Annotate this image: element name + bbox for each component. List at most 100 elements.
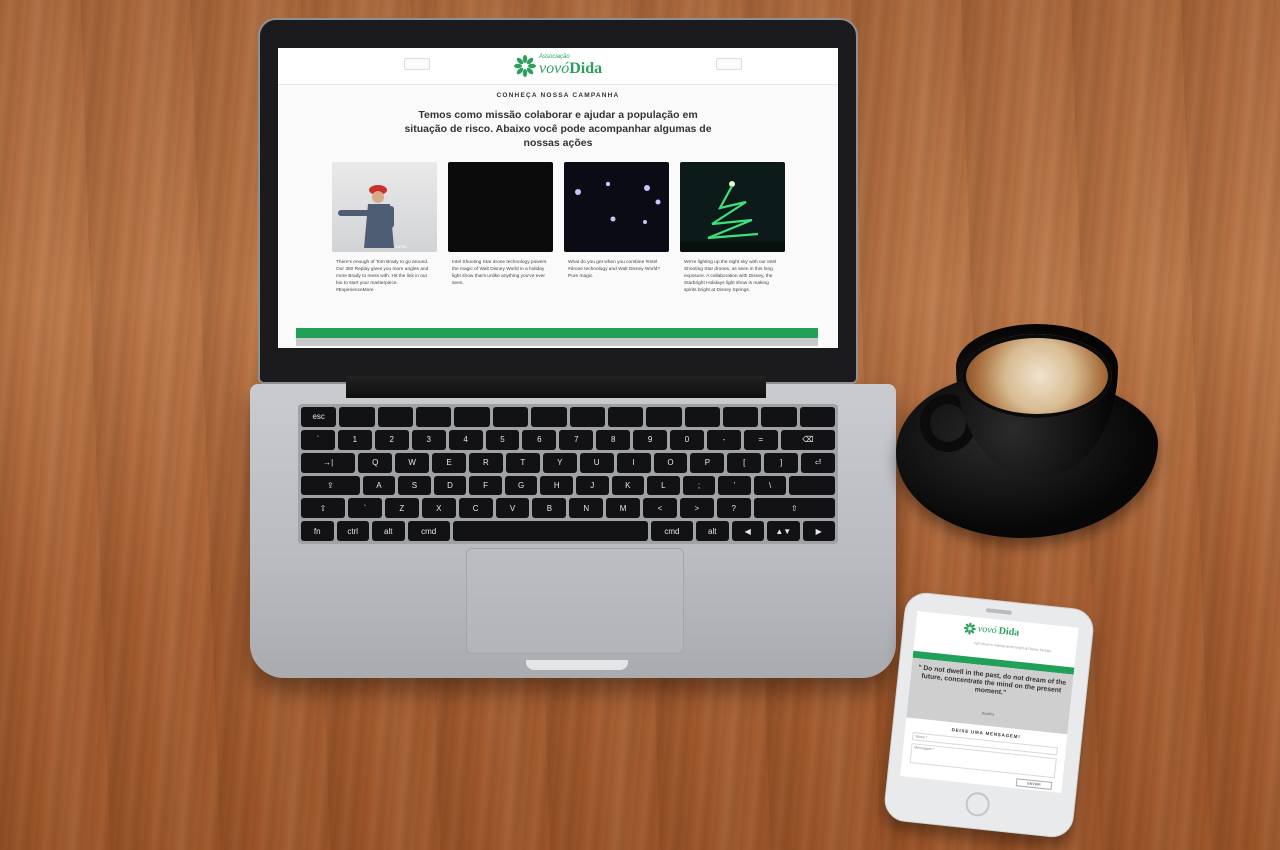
key[interactable]: ⇪	[301, 475, 360, 496]
key[interactable]	[761, 407, 797, 427]
key[interactable]	[339, 407, 375, 427]
key[interactable]: '	[718, 475, 751, 496]
key[interactable]: ?	[716, 498, 751, 519]
key[interactable]: U	[579, 452, 614, 473]
key[interactable]: 5	[485, 429, 520, 450]
key[interactable]: [	[727, 452, 762, 473]
key[interactable]: S	[398, 475, 431, 496]
key[interactable]: H	[540, 475, 573, 496]
key[interactable]	[569, 407, 605, 427]
key[interactable]: esc	[301, 407, 337, 427]
key[interactable]: →|	[301, 452, 356, 473]
key[interactable]: E	[432, 452, 466, 473]
key[interactable]: G	[504, 475, 538, 496]
key[interactable]: >	[679, 498, 714, 519]
key[interactable]: fn	[301, 521, 334, 541]
key[interactable]: X	[421, 498, 456, 519]
key[interactable]	[789, 475, 835, 496]
campaign-card[interactable]: What do you get when you combine #Intel …	[564, 162, 669, 295]
key[interactable]: \	[753, 475, 787, 496]
phone-site-logo[interactable]: vovó Dida	[963, 622, 1020, 640]
key[interactable]: 8	[596, 429, 631, 450]
site-logo[interactable]: Associação vovóDida	[514, 54, 602, 78]
key[interactable]: 2	[374, 429, 409, 450]
key[interactable]	[492, 407, 529, 427]
key[interactable]: K	[611, 475, 645, 496]
key[interactable]: L	[647, 475, 680, 496]
card-caption: We're lighting up the night sky with our…	[684, 260, 777, 293]
key[interactable]: N	[569, 498, 604, 519]
key[interactable]: R	[468, 452, 503, 473]
key[interactable]: M	[606, 498, 641, 519]
key[interactable]	[531, 407, 567, 427]
key[interactable]: T	[505, 452, 540, 473]
key[interactable]: 9	[633, 429, 668, 450]
key[interactable]: ⏎	[801, 452, 836, 473]
key[interactable]: ▲▼	[767, 521, 800, 541]
key[interactable]: alt	[372, 521, 405, 541]
key[interactable]: ;	[682, 475, 716, 496]
key[interactable]: F	[469, 475, 502, 496]
key[interactable]: ◀	[731, 521, 764, 541]
key[interactable]: Q	[358, 452, 393, 473]
key[interactable]: O	[653, 452, 688, 473]
logo-text: Associação vovóDida	[539, 54, 602, 78]
key[interactable]: A	[362, 475, 396, 496]
key[interactable]: ⇧	[301, 498, 346, 519]
space-key[interactable]	[452, 521, 648, 541]
key[interactable]: 6	[522, 429, 557, 450]
key[interactable]	[607, 407, 644, 427]
flower-logo-icon	[514, 55, 536, 77]
key[interactable]: alt	[696, 521, 729, 541]
key[interactable]: cmd	[407, 521, 450, 541]
key[interactable]: <	[643, 498, 677, 519]
key[interactable]: I	[616, 452, 651, 473]
key[interactable]	[646, 407, 682, 427]
key[interactable]: 1	[337, 429, 372, 450]
key[interactable]: 0	[670, 429, 704, 450]
key[interactable]: Z	[384, 498, 419, 519]
key[interactable]: ]	[764, 452, 799, 473]
key[interactable]: ▶	[802, 521, 835, 541]
key[interactable]: C	[458, 498, 493, 519]
key[interactable]	[684, 407, 720, 427]
key[interactable]	[454, 407, 490, 427]
key[interactable]: Y	[542, 452, 577, 473]
header-right-button[interactable]	[716, 58, 742, 70]
key[interactable]: -	[706, 429, 741, 450]
key[interactable]: P	[690, 452, 725, 473]
key[interactable]: 3	[411, 429, 446, 450]
key[interactable]: J	[576, 475, 609, 496]
campaign-card[interactable]: Intel Shooting Star drone technology pow…	[448, 162, 553, 295]
campaign-card[interactable]: We're lighting up the night sky with our…	[680, 162, 785, 295]
key[interactable]: D	[433, 475, 467, 496]
headline: Temos como missão colaborar e ajudar a p…	[404, 109, 712, 150]
card-caption: What do you get when you combine #Intel …	[568, 260, 660, 279]
key[interactable]: V	[495, 498, 530, 519]
submit-button[interactable]: ENVIAR	[1015, 778, 1053, 790]
key[interactable]: =	[743, 429, 778, 450]
campaign-card[interactable]: INTEL There's enough of Tom Brady to go …	[332, 162, 437, 295]
key[interactable]	[416, 407, 452, 427]
footer-green-bar	[296, 328, 818, 338]
trackpad[interactable]	[466, 548, 684, 654]
header-left-button[interactable]	[404, 58, 430, 70]
section-title: CONHEÇA NOSSA CAMPANHA	[496, 92, 620, 99]
logo-name-1: vovó	[539, 60, 570, 77]
key[interactable]: ⌫	[780, 429, 836, 450]
flower-logo-icon	[963, 622, 976, 635]
key[interactable]	[377, 407, 414, 427]
key[interactable]: `	[348, 498, 382, 519]
key[interactable]: cmd	[650, 521, 693, 541]
key[interactable]: B	[532, 498, 567, 519]
key[interactable]: 7	[559, 429, 594, 450]
key[interactable]	[722, 407, 759, 427]
key[interactable]: `	[301, 429, 335, 450]
key[interactable]: ⇧	[753, 498, 835, 519]
key[interactable]	[799, 407, 836, 427]
home-button[interactable]	[964, 791, 991, 818]
key[interactable]: 4	[448, 429, 483, 450]
key[interactable]: ctrl	[336, 521, 369, 541]
key[interactable]: W	[395, 452, 430, 473]
card-caption: There's enough of Tom Brady to go around…	[336, 260, 429, 293]
